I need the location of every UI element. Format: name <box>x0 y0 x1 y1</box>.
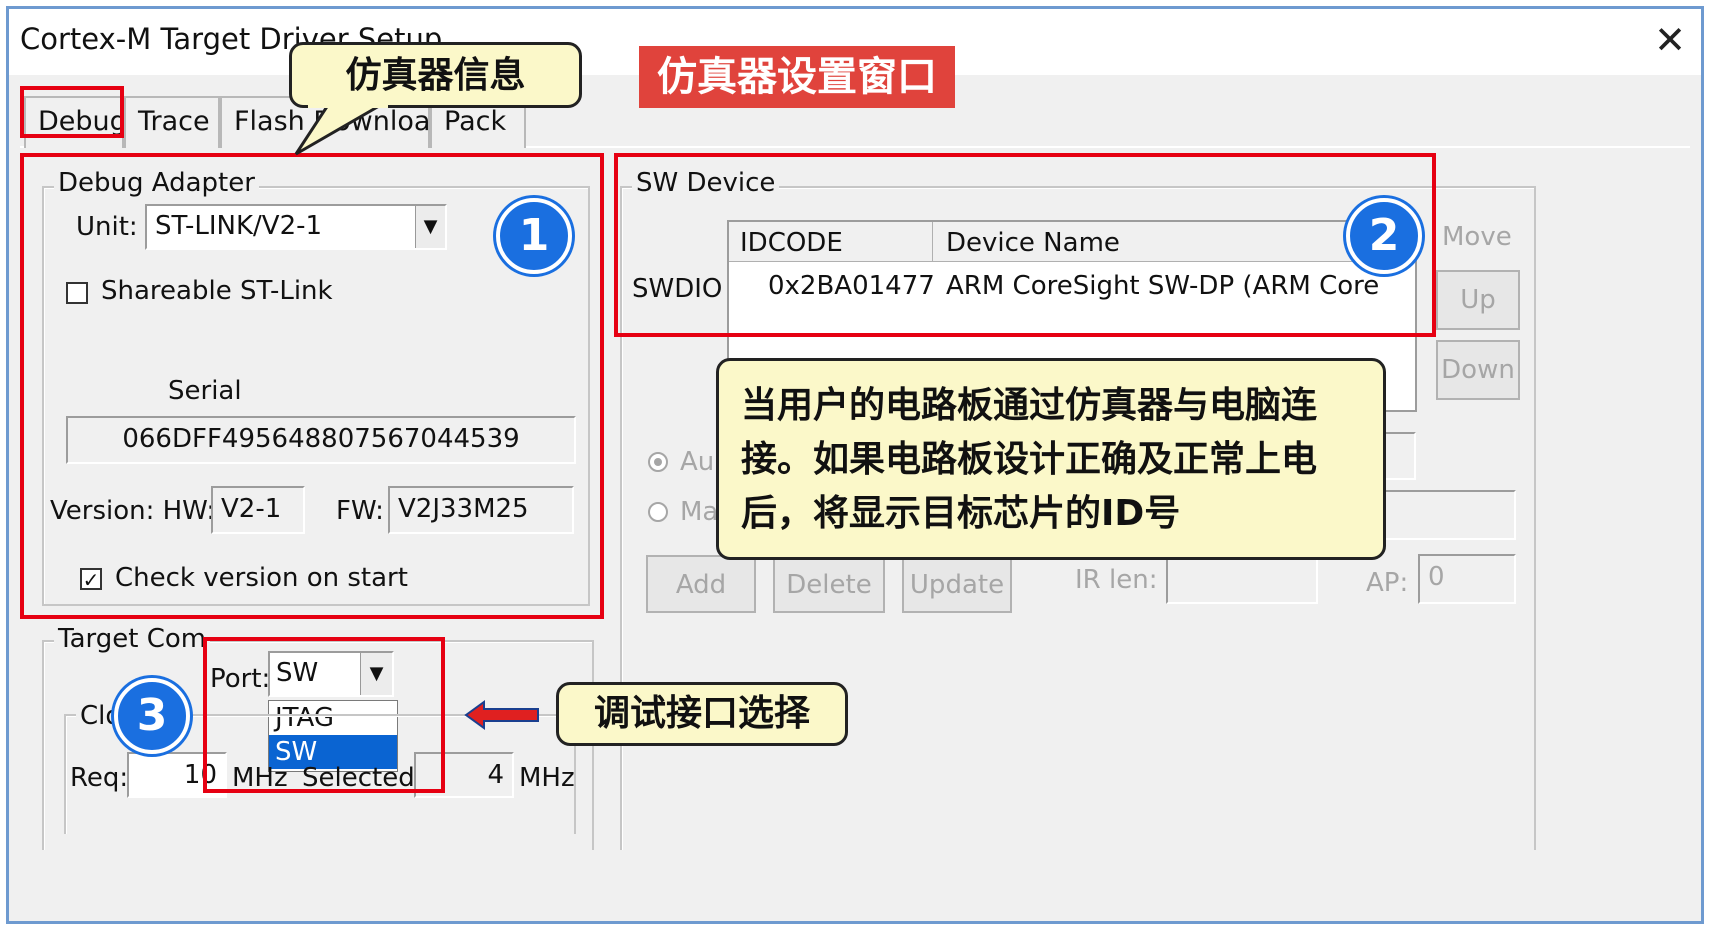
port-select-callout: 调试接口选择 <box>556 682 848 746</box>
debug-tab-highlight <box>20 86 124 138</box>
info-callout-tail-joint <box>308 99 388 108</box>
update-button[interactable]: Update <box>902 555 1012 613</box>
delete-button[interactable]: Delete <box>773 555 885 613</box>
left-arrow-icon <box>464 700 539 730</box>
up-button[interactable]: Up <box>1436 270 1520 330</box>
badge-1: 1 <box>496 198 572 274</box>
selected-value: 4 <box>487 760 504 790</box>
tab-trace-label: Trace <box>138 106 210 137</box>
auto-radio[interactable] <box>648 452 668 472</box>
close-icon[interactable]: ✕ <box>1650 20 1690 60</box>
tab-pack-label: Pack <box>444 106 507 137</box>
ap-value: 0 <box>1428 562 1445 592</box>
move-label: Move <box>1442 222 1512 252</box>
tab-trace[interactable]: Trace <box>124 96 220 148</box>
req-label: Req: <box>70 763 129 793</box>
manual-radio-label: Ma <box>680 497 719 527</box>
settings-window-banner: 仿真器设置窗口 <box>639 46 955 108</box>
auto-radio-label: Au <box>680 447 715 477</box>
target-com-legend: Target Com <box>54 624 211 654</box>
add-button[interactable]: Add <box>646 555 756 613</box>
ap-field: 0 <box>1418 554 1516 604</box>
ir-len-field <box>1166 554 1318 604</box>
port-highlight <box>203 637 445 793</box>
manual-radio[interactable] <box>648 502 668 522</box>
down-button[interactable]: Down <box>1436 340 1520 400</box>
ir-len-label: IR len: <box>1075 565 1158 595</box>
badge-3: 3 <box>114 678 190 754</box>
ap-label: AP: <box>1366 568 1409 598</box>
badge-2: 2 <box>1346 198 1422 274</box>
sw-device-highlight <box>614 153 1436 337</box>
selected-unit-label: MHz <box>519 763 575 793</box>
id-explanation-callout: 当用户的电路板通过仿真器与电脑连接。如果电路板设计正确及正常上电后，将显示目标芯… <box>716 358 1386 560</box>
